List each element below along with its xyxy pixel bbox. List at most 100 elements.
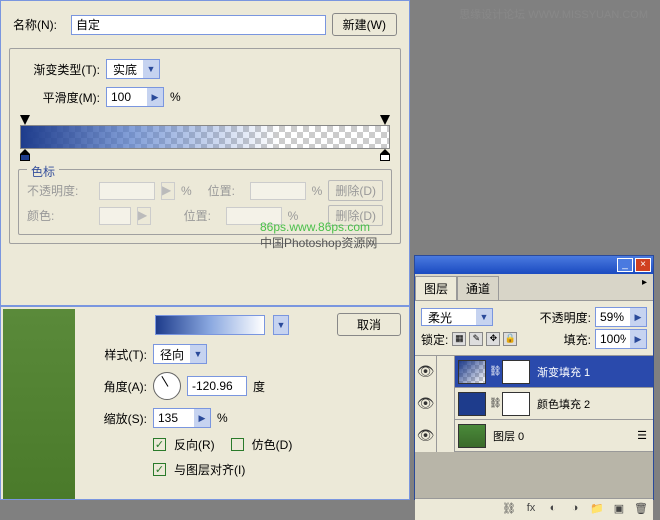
layer-item[interactable]: 👁 ⛓ 渐变填充 1 — [415, 356, 653, 388]
angle-input[interactable] — [187, 376, 247, 396]
panel-titlebar[interactable]: _ × — [415, 256, 653, 274]
link-icon: ⛓ — [489, 398, 499, 409]
watermark-text: 思缘设计论坛 WWW.MISSYUAN.COM — [459, 6, 648, 22]
tab-channels[interactable]: 通道 — [457, 276, 499, 300]
adjustment-layer-icon[interactable]: ◑ — [567, 502, 583, 518]
lock-transparency-icon[interactable]: ▦ — [452, 332, 466, 346]
stop-opacity-field — [99, 182, 155, 200]
close-icon[interactable]: × — [635, 258, 651, 272]
link-icon: ⛓ — [489, 366, 499, 377]
delete-layer-icon[interactable]: 🗑 — [633, 502, 649, 518]
angle-label: 角度(A): — [89, 378, 147, 395]
link-cell[interactable] — [437, 420, 455, 452]
spinner-arrow-icon[interactable]: ▶ — [630, 330, 646, 348]
add-mask-icon[interactable]: ◐ — [545, 502, 561, 518]
spinner-arrow-icon: ▶ — [137, 207, 151, 225]
blend-mode-combo[interactable]: 柔光 ▼ — [421, 308, 493, 326]
gradient-type-label: 渐变类型(T): — [18, 61, 100, 78]
mask-thumbnail[interactable] — [502, 392, 530, 416]
gradient-name-input[interactable] — [71, 15, 326, 35]
layer-item[interactable]: 👁 ⛓ 颜色填充 2 — [415, 388, 653, 420]
lock-paint-icon[interactable]: ✎ — [469, 332, 483, 346]
gradient-bar[interactable] — [20, 125, 390, 149]
align-checkbox[interactable]: ✓ — [153, 463, 166, 476]
link-cell[interactable] — [437, 388, 455, 420]
lock-all-icon[interactable]: 🔒 — [503, 332, 517, 346]
scale-input[interactable] — [154, 409, 194, 427]
opacity-spinner[interactable]: ▶ — [595, 307, 647, 327]
layer-item[interactable]: 👁 图层 0 ☰ — [415, 420, 653, 452]
dither-checkbox[interactable]: ✓ — [231, 438, 244, 451]
spinner-arrow-icon[interactable]: ▶ — [630, 308, 646, 326]
style-label: 样式(T): — [89, 346, 147, 363]
layer-name[interactable]: 渐变填充 1 — [533, 364, 653, 380]
spinner-arrow-icon[interactable]: ▶ — [194, 409, 210, 427]
fill-input[interactable] — [596, 330, 630, 348]
link-cell[interactable] — [437, 356, 455, 388]
minimize-icon[interactable]: _ — [617, 258, 633, 272]
opacity-input[interactable] — [596, 308, 630, 326]
stop-position-field-2 — [226, 207, 282, 225]
new-group-icon[interactable]: 📁 — [589, 502, 605, 518]
visibility-icon[interactable]: 👁 — [415, 388, 437, 420]
scale-spinner[interactable]: ▶ — [153, 408, 211, 428]
background-photo-preview — [3, 309, 75, 499]
gradient-bar-editor[interactable] — [20, 115, 390, 161]
reverse-checkbox[interactable]: ✓ — [153, 438, 166, 451]
color-stop-left[interactable] — [20, 149, 30, 161]
reverse-label: 反向(R) — [174, 436, 215, 453]
spinner-arrow-icon[interactable]: ▶ — [147, 88, 163, 106]
new-button[interactable]: 新建(W) — [332, 13, 397, 36]
gradient-type-combo[interactable]: 实底 ▼ — [106, 59, 160, 79]
opacity-stop-left[interactable] — [20, 115, 30, 125]
opacity-stop-right[interactable] — [380, 115, 390, 125]
layer-name[interactable]: 颜色填充 2 — [533, 396, 653, 412]
align-label: 与图层对齐(I) — [174, 461, 245, 478]
stops-legend: 色标 — [27, 163, 59, 180]
percent-label: % — [181, 184, 192, 198]
mask-thumbnail[interactable] — [502, 360, 530, 384]
panel-menu-icon[interactable]: ▸ — [636, 274, 653, 300]
stop-position-label: 位置: — [208, 182, 244, 199]
scale-label: 缩放(S): — [89, 410, 147, 427]
stop-color-label: 颜色: — [27, 207, 93, 224]
style-combo[interactable]: 径向 ▼ — [153, 344, 207, 364]
layers-panel: _ × 图层 通道 ▸ 柔光 ▼ 不透明度: ▶ 锁定: ▦ ✎ ✥ 🔒 — [414, 255, 654, 500]
chevron-down-icon: ▼ — [476, 309, 492, 325]
gradient-type-value: 实底 — [107, 61, 143, 78]
delete-stop-button-2: 删除(D) — [328, 205, 383, 226]
stop-position-field — [250, 182, 306, 200]
cancel-button[interactable]: 取消 — [337, 313, 401, 336]
angle-dial[interactable] — [153, 372, 181, 400]
opacity-label: 不透明度: — [540, 309, 591, 326]
layer-fx-icon[interactable]: fx — [523, 502, 539, 518]
lock-move-icon[interactable]: ✥ — [486, 332, 500, 346]
link-layers-icon[interactable]: ⛓ — [501, 502, 517, 518]
fill-label: 填充: — [564, 331, 591, 348]
gradient-fill-dialog: ▼ 取消 样式(T): 径向 ▼ 角度(A): 度 缩放(S): ▶ % ✓ — [0, 306, 410, 500]
visibility-icon[interactable]: 👁 — [415, 420, 437, 452]
percent-label: % — [170, 90, 181, 104]
smoothness-input[interactable] — [107, 88, 147, 106]
chevron-down-icon[interactable]: ▼ — [273, 315, 289, 335]
gradient-preview-swatch[interactable] — [155, 315, 265, 335]
visibility-icon[interactable]: 👁 — [415, 356, 437, 388]
chevron-down-icon: ▼ — [143, 60, 159, 78]
layer-thumbnail[interactable] — [458, 360, 486, 384]
new-layer-icon[interactable]: ▣ — [611, 502, 627, 518]
gradient-editor-dialog: 名称(N): 新建(W) 渐变类型(T): 实底 ▼ 平滑度(M): ▶ % — [0, 0, 410, 306]
layer-name[interactable]: 图层 0 — [489, 428, 637, 444]
layer-options-icon[interactable]: ☰ — [637, 429, 653, 442]
style-value: 径向 — [154, 346, 190, 363]
layers-status-bar: ⛓ fx ◐ ◑ 📁 ▣ 🗑 — [415, 498, 653, 520]
smoothness-spinner[interactable]: ▶ — [106, 87, 164, 107]
fill-spinner[interactable]: ▶ — [595, 329, 647, 349]
panel-tabs: 图层 通道 ▸ — [415, 274, 653, 301]
layer-thumbnail[interactable] — [458, 392, 486, 416]
layer-thumbnail[interactable] — [458, 424, 486, 448]
tab-layers[interactable]: 图层 — [415, 276, 457, 300]
chevron-down-icon: ▼ — [190, 345, 206, 363]
gradient-settings-group: 渐变类型(T): 实底 ▼ 平滑度(M): ▶ % — [9, 48, 401, 244]
fill-preview-area — [1, 307, 81, 499]
color-stop-right[interactable] — [380, 149, 390, 161]
